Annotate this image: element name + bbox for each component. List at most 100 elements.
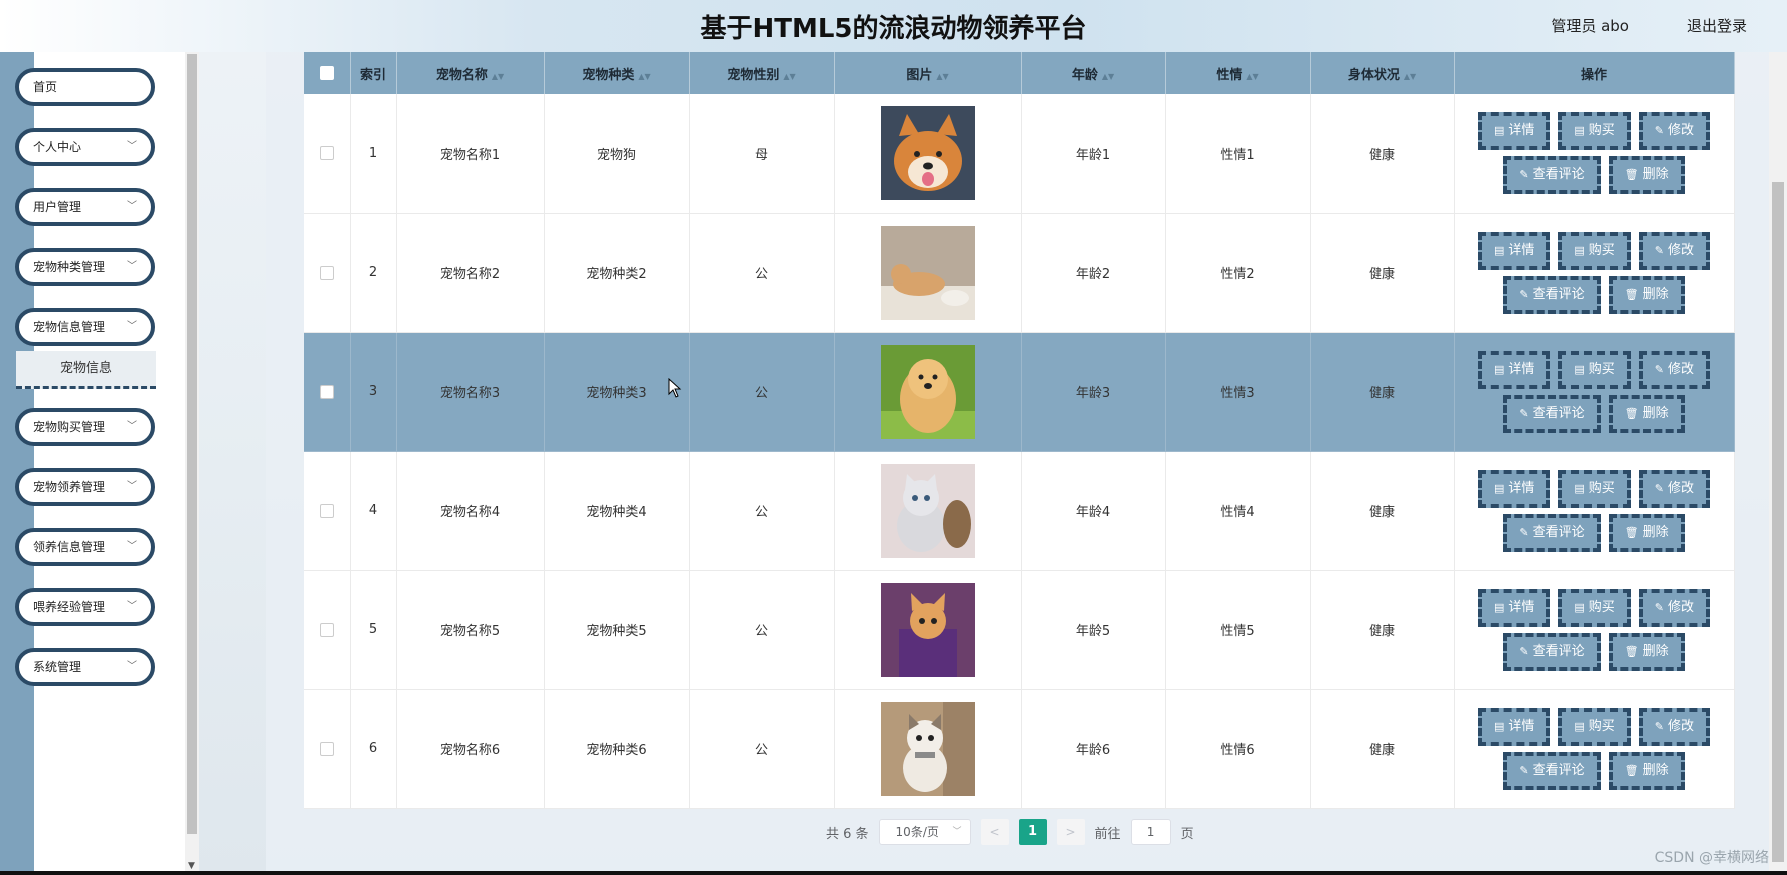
sidebar-item-feeding-experience-management[interactable]: 喂养经验管理 ﹀ [15, 588, 155, 626]
row-checkbox[interactable] [319, 384, 334, 399]
row-checkbox[interactable] [319, 146, 334, 161]
edit-icon: ✎ [1654, 481, 1665, 495]
edit-button[interactable]: ✎ 修改 [1638, 707, 1711, 746]
column-header-pet-type[interactable]: 宠物种类 ▲▼ [544, 52, 690, 94]
cell-index: 1 [350, 94, 397, 214]
cell-health: 健康 [1310, 332, 1455, 452]
main-scrollbar-thumb[interactable] [1772, 182, 1784, 862]
table-row[interactable]: 1 宠物名称1 宠物狗母 年龄1 性情1 健康 ▤ 详情 ▤ 购买 ✎ 修改 ✎ 查看评论 🗑 删除 [304, 94, 1735, 214]
column-header-age[interactable]: 年龄 ▲▼ [1021, 52, 1166, 94]
cell-image [834, 94, 1022, 214]
sidebar-scrollbar-thumb[interactable] [187, 54, 197, 834]
edit-button[interactable]: ✎ 修改 [1638, 231, 1711, 270]
purchase-button[interactable]: ▤ 购买 [1558, 350, 1631, 389]
sidebar-item-label: 用户管理 [33, 200, 82, 214]
sidebar-item-home[interactable]: 首页 [15, 68, 155, 106]
page-number-button[interactable]: 1 [1018, 819, 1047, 845]
cell-image [834, 332, 1022, 452]
view-comments-button[interactable]: ✎ 查看评论 [1503, 513, 1601, 552]
sort-icon[interactable]: ▲▼ [1404, 72, 1416, 81]
sidebar-accent-strip [0, 52, 34, 875]
sidebar-item-label: 系统管理 [33, 660, 82, 674]
sort-icon[interactable]: ▲▼ [1246, 72, 1258, 81]
delete-button[interactable]: 🗑 删除 [1608, 394, 1685, 433]
page-unit-label: 页 [1180, 826, 1194, 842]
sidebar-item-personal-center[interactable]: 个人中心 ﹀ [15, 128, 155, 166]
sidebar-item-pet-adoption-management[interactable]: 宠物领养管理 ﹀ [15, 468, 155, 506]
cell-temperament: 性情1 [1165, 94, 1311, 214]
delete-button[interactable]: 🗑 删除 [1608, 751, 1685, 790]
purchase-button[interactable]: ▤ 购买 [1558, 707, 1631, 746]
sidebar-scrollbar[interactable]: ▼ [185, 52, 199, 875]
goto-page-input[interactable]: 1 [1130, 819, 1171, 845]
delete-button[interactable]: 🗑 删除 [1608, 275, 1685, 314]
column-header-pet-gender[interactable]: 宠物性别 ▲▼ [689, 52, 835, 94]
purchase-button[interactable]: ▤ 购买 [1558, 112, 1631, 151]
delete-button[interactable]: 🗑 删除 [1608, 632, 1685, 671]
select-all-checkbox[interactable] [319, 66, 334, 80]
cell-pet-name: 宠物名称4 [396, 451, 545, 571]
cell-age: 年龄5 [1021, 570, 1166, 690]
sort-icon[interactable]: ▲▼ [492, 72, 504, 81]
edit-button[interactable]: ✎ 修改 [1638, 350, 1711, 389]
document-icon: ▤ [1493, 362, 1505, 376]
sidebar-item-system-management[interactable]: 系统管理 ﹀ [15, 648, 155, 686]
main-scrollbar[interactable] [1769, 52, 1787, 875]
table-row[interactable]: 3 宠物名称3 宠物种类3 公年龄3 性情3 健康 ▤ 详情 ▤ 购买 ✎ 修改 ✎ 查看评论 🗑 删除 [304, 332, 1735, 452]
sidebar-item-pet-purchase-management[interactable]: 宠物购买管理 ﹀ [15, 408, 155, 446]
view-comments-button[interactable]: ✎ 查看评论 [1503, 394, 1601, 433]
page-size-select[interactable]: 10条/页 ﹀ [878, 819, 971, 845]
detail-button[interactable]: ▤ 详情 [1477, 469, 1551, 508]
column-header-image[interactable]: 图片 ▲▼ [834, 52, 1022, 94]
column-header-pet-name[interactable]: 宠物名称 ▲▼ [396, 52, 545, 94]
detail-button[interactable]: ▤ 详情 [1477, 707, 1551, 746]
sidebar-item-user-management[interactable]: 用户管理 ﹀ [15, 188, 155, 226]
delete-button[interactable]: 🗑 删除 [1608, 156, 1685, 195]
prev-page-button[interactable]: < [980, 819, 1009, 845]
purchase-button[interactable]: ▤ 购买 [1558, 231, 1631, 270]
document-icon: ▤ [1493, 481, 1505, 495]
view-comments-button[interactable]: ✎ 查看评论 [1503, 751, 1601, 790]
edit-button[interactable]: ✎ 修改 [1638, 469, 1711, 508]
sort-icon[interactable]: ▲▼ [936, 72, 948, 81]
sort-icon[interactable]: ▲▼ [783, 72, 795, 81]
detail-button[interactable]: ▤ 详情 [1477, 588, 1551, 627]
row-checkbox[interactable] [319, 265, 334, 280]
sort-icon[interactable]: ▲▼ [638, 72, 650, 81]
detail-button[interactable]: ▤ 详情 [1477, 231, 1551, 270]
trash-icon: 🗑 [1624, 763, 1639, 777]
logout-link[interactable]: 退出登录 [1687, 15, 1747, 36]
next-page-button[interactable]: > [1056, 819, 1085, 845]
delete-button[interactable]: 🗑 删除 [1608, 513, 1685, 552]
purchase-button[interactable]: ▤ 购买 [1558, 469, 1631, 508]
row-checkbox[interactable] [319, 503, 334, 518]
sidebar-item-adoption-info-management[interactable]: 领养信息管理 ﹀ [15, 528, 155, 566]
row-checkbox[interactable] [319, 622, 334, 637]
detail-button[interactable]: ▤ 详情 [1477, 112, 1551, 151]
table-row[interactable]: 4 宠物名称4 宠物种类4 公 年龄4 性情4 健康 ▤ 详情 ▤ 购买 ✎ 修改 ✎ 查看评论 🗑 删除 [304, 451, 1735, 571]
document-icon: ▤ [1493, 719, 1505, 733]
sidebar-item-pet-info-management[interactable]: 宠物信息管理 ﹀ [15, 308, 155, 346]
edit-button[interactable]: ✎ 修改 [1638, 588, 1711, 627]
trash-icon: 🗑 [1624, 287, 1639, 301]
edit-button[interactable]: ✎ 修改 [1638, 112, 1711, 151]
column-header-health[interactable]: 身体状况 ▲▼ [1310, 52, 1455, 94]
purchase-button[interactable]: ▤ 购买 [1558, 588, 1631, 627]
row-select-cell [304, 451, 351, 571]
scroll-down-arrow-icon[interactable]: ▼ [188, 861, 195, 871]
table-row[interactable]: 2 宠物名称2 宠物种类2 公 年龄2 性情2 健康 ▤ 详情 ▤ 购买 ✎ 修改 ✎ 查看评论 🗑 删除 [304, 213, 1735, 333]
sidebar-item-pet-type-management[interactable]: 宠物种类管理 ﹀ [15, 248, 155, 286]
view-comments-button[interactable]: ✎ 查看评论 [1503, 632, 1601, 671]
table-row[interactable]: 5 宠物名称5 宠物种类5 公 年龄5 性情5 健康 ▤ 详情 ▤ 购买 ✎ 修改 ✎ 查看评论 🗑 删除 [304, 570, 1735, 690]
cell-pet-gender: 母 [689, 94, 835, 214]
view-comments-button[interactable]: ✎ 查看评论 [1503, 275, 1601, 314]
row-checkbox[interactable] [319, 741, 334, 756]
view-comments-button[interactable]: ✎ 查看评论 [1503, 156, 1601, 195]
sort-icon[interactable]: ▲▼ [1102, 72, 1114, 81]
column-header-temperament[interactable]: 性情 ▲▼ [1165, 52, 1311, 94]
submenu-item-pet-info[interactable]: 宠物信息 [16, 351, 156, 389]
table-row[interactable]: 6 宠物名称6 宠物种类6 公 年龄6 性情6 健康 ▤ 详情 ▤ 购买 ✎ 修改 ✎ 查看评论 🗑 删除 [304, 689, 1735, 809]
detail-button[interactable]: ▤ 详情 [1477, 350, 1551, 389]
row-select-cell [304, 332, 351, 452]
cell-actions: ▤ 详情 ▤ 购买 ✎ 修改 ✎ 查看评论 🗑 删除 [1454, 332, 1735, 452]
